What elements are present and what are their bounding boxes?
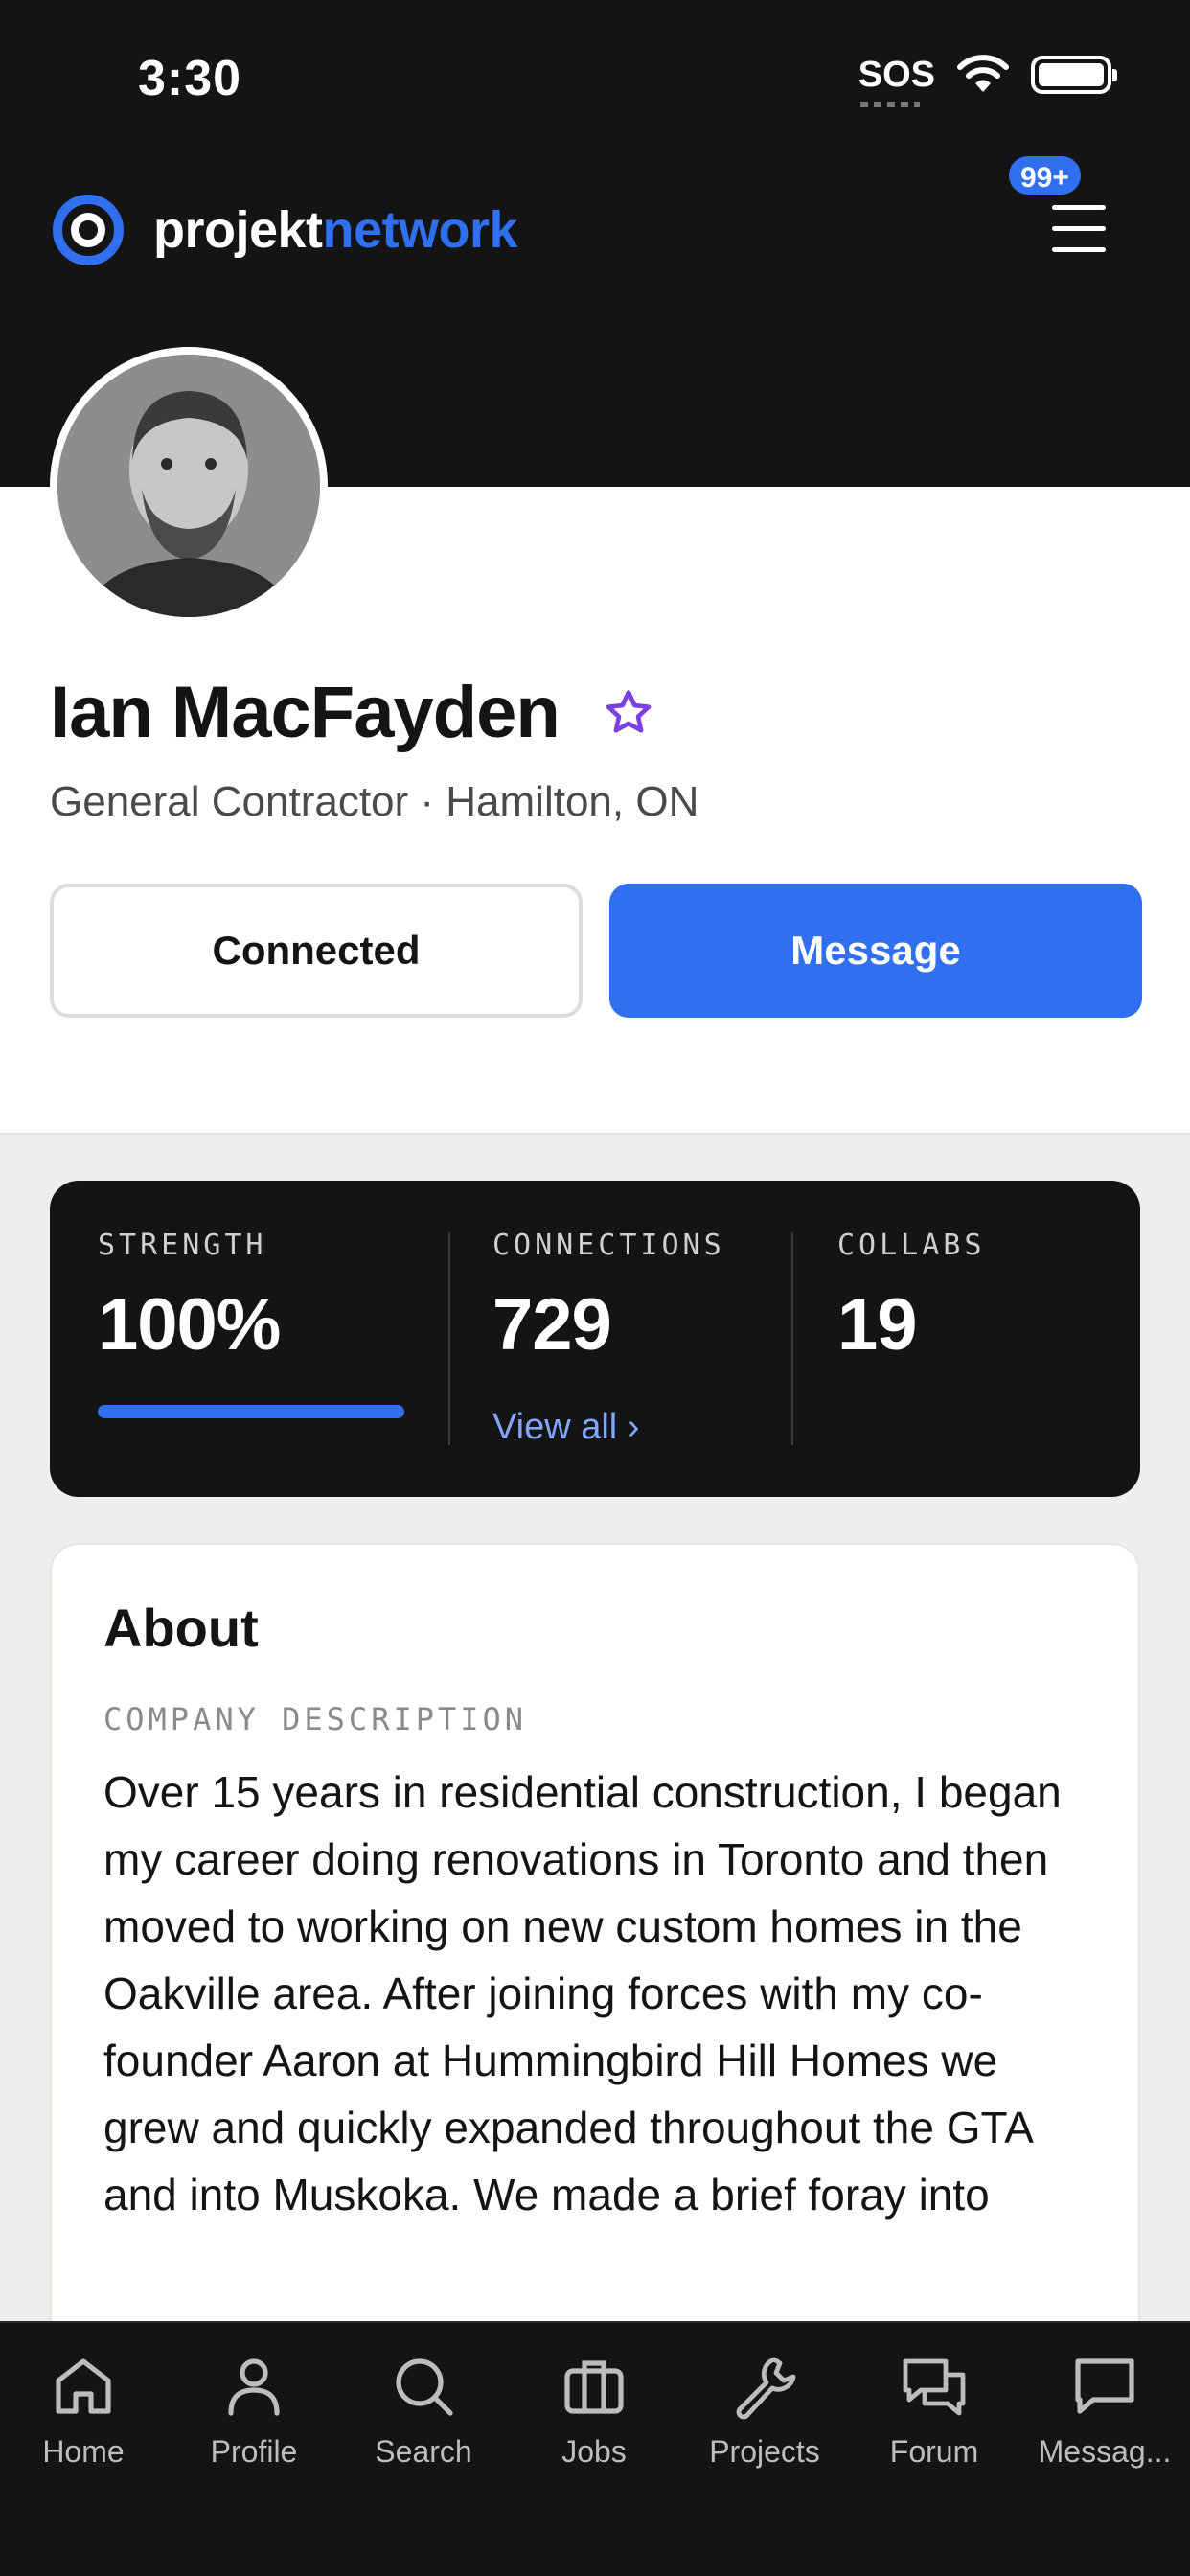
- menu-button[interactable]: [1050, 199, 1108, 257]
- logo-wordmark: projektnetwork: [153, 200, 518, 260]
- strength-progress-bar: [98, 1405, 404, 1418]
- message-icon: [1075, 2358, 1134, 2414]
- company-description-label: COMPANY DESCRIPTION: [103, 1701, 528, 1737]
- tab-messages[interactable]: Messag...: [1023, 2348, 1186, 2470]
- avatar-photo: [57, 355, 320, 617]
- wifi-icon: [957, 55, 1009, 92]
- company-description-text: Over 15 years in residential constructio…: [103, 1767, 1062, 2220]
- profile-subtitle: General Contractor · Hamilton, ON: [50, 778, 699, 825]
- tab-label: Home: [42, 2434, 125, 2469]
- chat-bubbles-icon: [903, 2358, 966, 2416]
- stat-divider: [791, 1232, 793, 1445]
- signal-dots: [859, 101, 920, 107]
- tab-label: Projects: [709, 2434, 820, 2469]
- tab-forum[interactable]: Forum: [853, 2348, 1016, 2470]
- tab-label: Forum: [889, 2434, 979, 2469]
- collabs-label: COLLABS: [837, 1229, 986, 1262]
- search-icon: [396, 2358, 453, 2416]
- stats-card: STRENGTH 100% CONNECTIONS 729 View all ›…: [50, 1181, 1140, 1497]
- avatar[interactable]: [50, 347, 328, 625]
- logo-primary-text: projekt: [153, 201, 323, 259]
- tab-label: Jobs: [561, 2434, 627, 2469]
- battery-icon: [1031, 56, 1117, 94]
- tab-label: Messag...: [1038, 2434, 1172, 2469]
- stat-connections: CONNECTIONS 729: [492, 1229, 725, 1367]
- notification-badge: 99+: [1006, 153, 1084, 197]
- strength-label: STRENGTH: [98, 1229, 267, 1262]
- message-button[interactable]: Message: [609, 884, 1142, 1018]
- tab-label: Profile: [210, 2434, 298, 2469]
- stat-strength: STRENGTH 100%: [98, 1229, 281, 1367]
- tab-jobs[interactable]: Jobs: [513, 2348, 675, 2470]
- about-title: About: [103, 1598, 259, 1658]
- stat-divider: [448, 1232, 450, 1445]
- home-icon: [56, 2358, 111, 2414]
- person-silhouette-icon: [57, 355, 320, 617]
- about-card: About COMPANY DESCRIPTION Over 15 years …: [50, 1543, 1140, 2405]
- profile-icon: [228, 2358, 280, 2416]
- connections-value: 729: [492, 1284, 612, 1366]
- logo-accent-text: network: [322, 201, 518, 259]
- wrench-icon: [736, 2357, 796, 2420]
- connections-label: CONNECTIONS: [492, 1229, 725, 1262]
- logo-mark-icon: [53, 195, 124, 265]
- collabs-value: 19: [837, 1284, 918, 1366]
- status-icons: SOS: [858, 54, 1117, 107]
- star-icon[interactable]: [602, 686, 655, 740]
- connected-button[interactable]: Connected: [50, 884, 583, 1018]
- name-row: Ian MacFayden: [50, 671, 655, 754]
- app-logo[interactable]: projektnetwork: [50, 192, 518, 268]
- tab-home[interactable]: Home: [2, 2348, 165, 2470]
- strength-progress-fill: [98, 1405, 404, 1418]
- briefcase-icon: [564, 2360, 624, 2414]
- tab-search[interactable]: Search: [342, 2348, 505, 2470]
- tab-profile[interactable]: Profile: [172, 2348, 335, 2470]
- sos-indicator: SOS: [858, 54, 935, 107]
- bottom-tab-bar: Home Profile Search Jobs Projects Forum …: [0, 2321, 1190, 2576]
- status-time: 3:30: [138, 51, 242, 106]
- view-all-connections-link[interactable]: View all ›: [492, 1407, 639, 1448]
- profile-name: Ian MacFayden: [50, 672, 561, 753]
- tab-projects[interactable]: Projects: [683, 2348, 846, 2470]
- stat-collabs: COLLABS 19: [837, 1229, 985, 1367]
- strength-value: 100%: [98, 1284, 281, 1366]
- sos-label: SOS: [858, 54, 935, 95]
- tab-label: Search: [375, 2434, 472, 2469]
